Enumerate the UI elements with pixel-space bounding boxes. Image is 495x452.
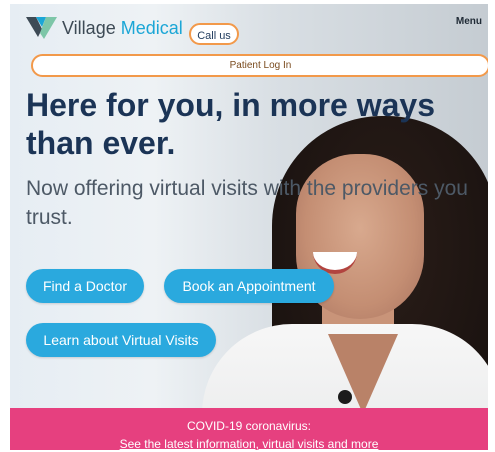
call-us-button[interactable]: Call us xyxy=(189,23,239,45)
book-appointment-button[interactable]: Book an Appointment xyxy=(164,269,334,303)
covid-info-link[interactable]: See the latest information, virtual visi… xyxy=(120,436,379,450)
logo-word-village: Village xyxy=(62,18,116,38)
viewport: Village Medical Call us Menu Patient Log… xyxy=(10,4,488,450)
photo-pendant xyxy=(338,390,352,404)
hero-headline: Here for you, in more ways than ever. xyxy=(26,87,436,161)
village-medical-logo[interactable]: Village Medical xyxy=(26,15,183,41)
find-a-doctor-button[interactable]: Find a Doctor xyxy=(26,269,144,303)
logo-text: Village Medical xyxy=(62,15,183,41)
site-header: Village Medical Call us Menu xyxy=(10,4,488,48)
village-medical-v-logo-icon xyxy=(26,17,57,39)
covid-banner: COVID-19 coronavirus: See the latest inf… xyxy=(10,408,488,450)
virtual-visits-button[interactable]: Learn about Virtual Visits xyxy=(26,323,216,357)
patient-login-button[interactable]: Patient Log In xyxy=(31,54,488,77)
hero-subheadline: Now offering virtual visits with the pro… xyxy=(26,177,468,229)
covid-banner-title: COVID-19 coronavirus: xyxy=(186,419,312,433)
logo-word-medical: Medical xyxy=(120,18,183,38)
menu-button[interactable]: Menu xyxy=(456,16,482,27)
